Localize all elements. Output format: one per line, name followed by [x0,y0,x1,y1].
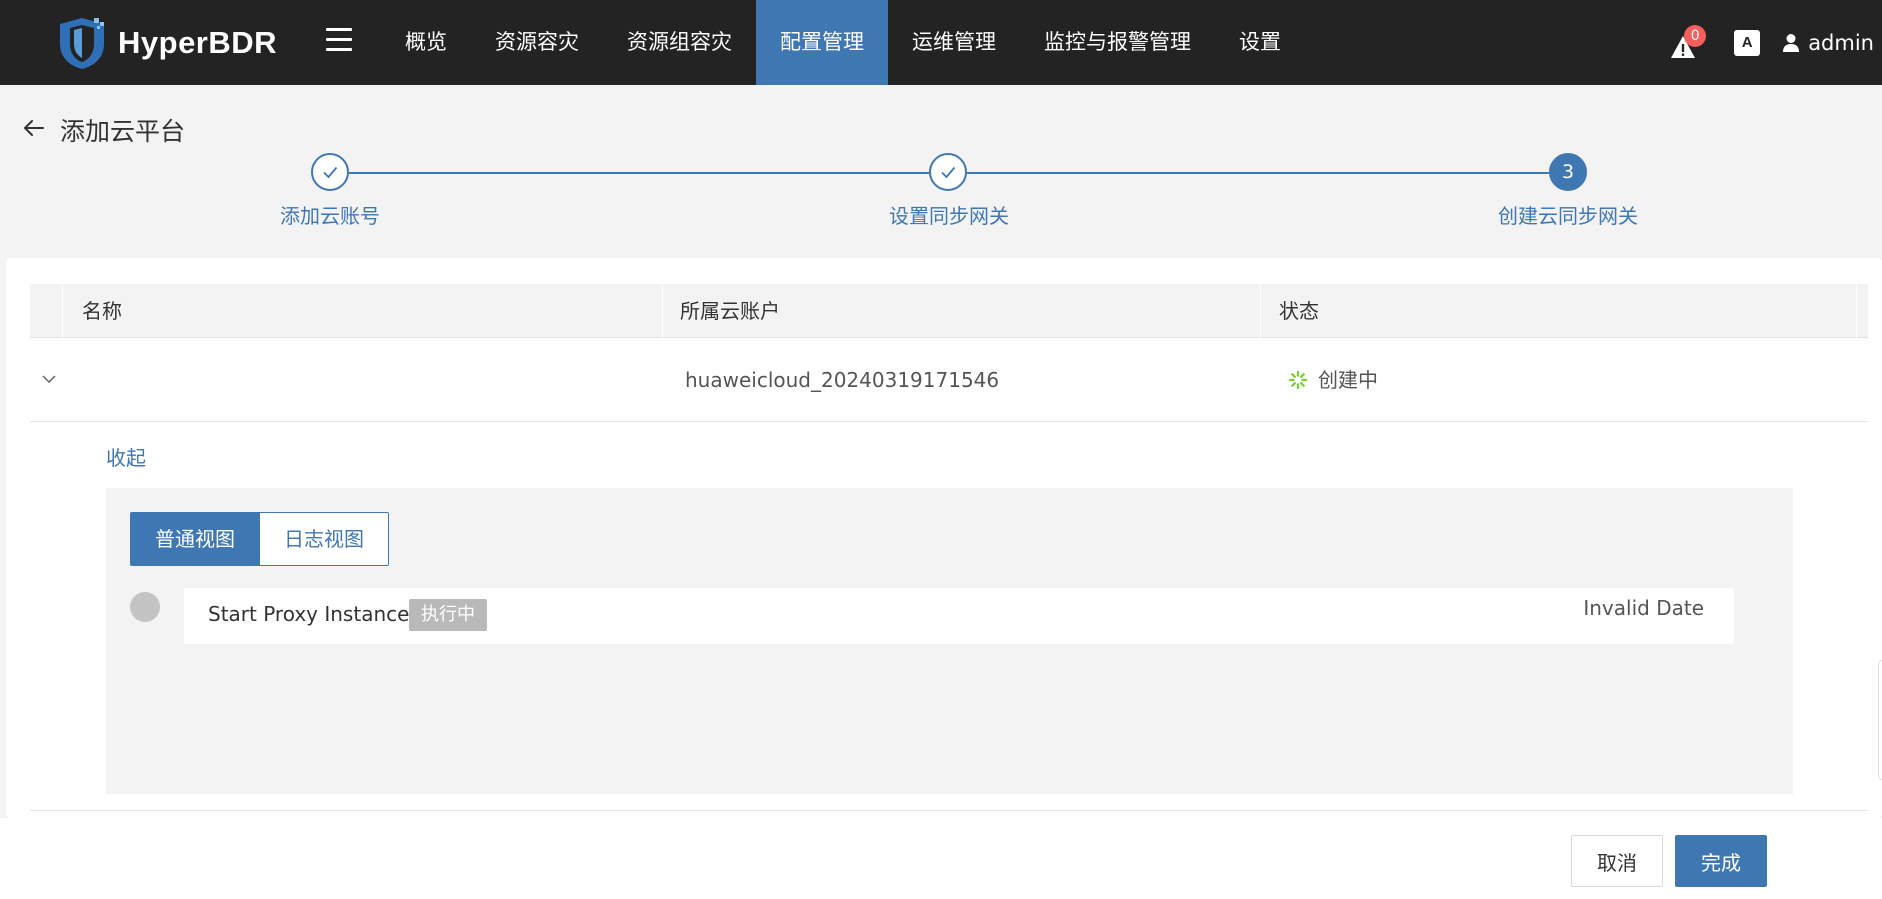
finish-button[interactable]: 完成 [1675,835,1767,887]
step-connector [967,172,1549,174]
task-name: Start Proxy Instance [208,602,410,626]
nav-item-resource-dr[interactable]: 资源容灾 [471,0,603,85]
translate-icon[interactable]: A [1734,29,1761,56]
row-divider [30,810,1868,811]
nav-item-config-management[interactable]: 配置管理 [756,0,888,85]
column-header-status[interactable]: 状态 [1279,284,1319,338]
column-header-name[interactable]: 名称 [82,284,122,338]
check-icon [323,166,338,179]
row-detail-panel: 普通视图 日志视图 Start Proxy Instance 执行中 Inval… [106,488,1793,794]
task-date: Invalid Date [1583,596,1704,620]
alerts-button[interactable]: 0 [1670,24,1707,58]
step-3-label: 创建云同步网关 [1498,204,1638,228]
task-status-badge: 执行中 [409,599,487,631]
chevron-down-icon[interactable] [40,370,58,388]
alert-count-badge: 0 [1684,24,1707,47]
nav-item-operations[interactable]: 运维管理 [888,0,1020,85]
table-row: huaweicloud_20240319171546 创建中 [30,338,1868,422]
step-2-label: 设置同步网关 [889,204,1009,228]
step-2-done [929,153,967,191]
nav-item-monitoring-alerts[interactable]: 监控与报警管理 [1020,0,1215,85]
row-status: 创建中 [1318,368,1378,392]
view-switcher: 普通视图 日志视图 [130,512,389,566]
log-view-tab[interactable]: 日志视图 [260,512,389,566]
nav-item-overview[interactable]: 概览 [381,0,471,85]
wizard-steps: 添加云账号 设置同步网关 3 创建云同步网关 [0,150,1882,230]
collapse-link[interactable]: 收起 [106,442,146,471]
app-name: HyperBDR [118,25,278,60]
shield-logo-icon [60,18,104,69]
top-navigation-bar: HyperBDR 概览 资源容灾 资源组容灾 配置管理 运维管理 监控与报警管理… [0,0,1882,85]
user-menu[interactable]: admin [1808,31,1874,55]
nav-item-settings[interactable]: 设置 [1215,0,1305,85]
hamburger-icon[interactable] [326,28,352,54]
page-title: 添加云平台 [60,117,186,146]
column-header-account[interactable]: 所属云账户 [680,284,780,338]
top-right-actions: 0 A admin [1670,0,1874,85]
row-account: huaweicloud_20240319171546 [685,368,1000,392]
app-logo[interactable]: HyperBDR [56,16,277,70]
user-icon [1782,29,1808,57]
main-nav: 概览 资源容灾 资源组容灾 配置管理 运维管理 监控与报警管理 设置 [381,0,1305,85]
step-1-label: 添加云账号 [280,204,380,228]
side-scroll-handle[interactable] [1878,660,1882,780]
normal-view-tab[interactable]: 普通视图 [130,512,260,566]
footer-actions: 取消 完成 [0,818,1882,899]
step-3-current: 3 [1549,153,1587,191]
nav-item-resource-group-dr[interactable]: 资源组容灾 [603,0,756,85]
check-icon [941,166,956,179]
step-connector [349,172,929,174]
task-item: Start Proxy Instance 执行中 Invalid Date [184,588,1734,644]
loading-spinner-icon [1288,370,1308,390]
gateway-table-card: 名称 所属云账户 状态 huaweicloud_20240319171546 创… [6,258,1882,818]
timeline-dot [130,592,160,622]
translate-glyph: A [1741,33,1753,51]
cancel-button[interactable]: 取消 [1571,835,1663,887]
table-header: 名称 所属云账户 状态 [30,284,1868,338]
arrow-left-icon[interactable] [22,116,46,140]
step-1-done [311,153,349,191]
